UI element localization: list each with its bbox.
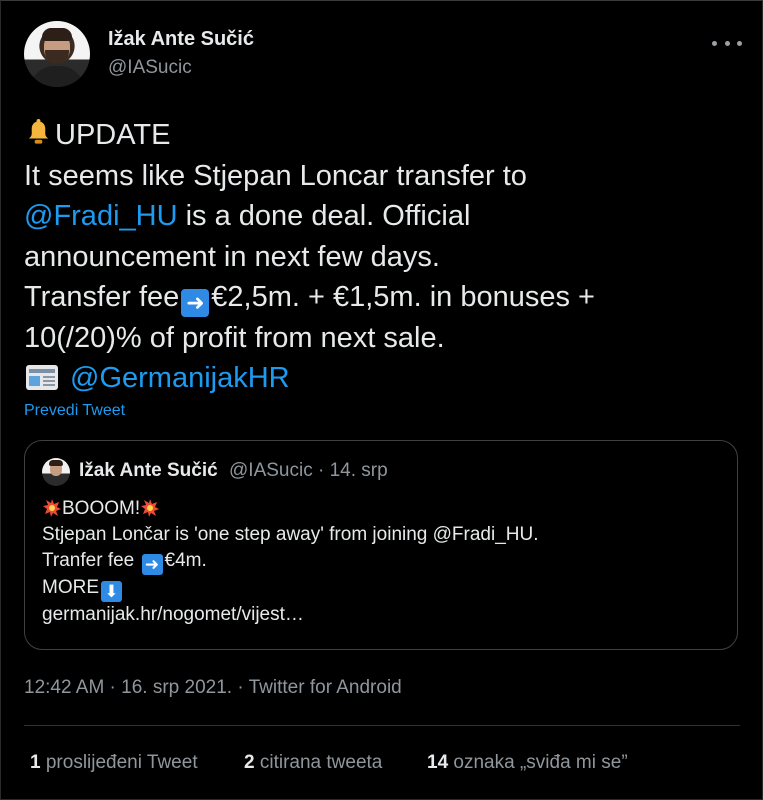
quoted-author-avatar[interactable] [42, 458, 70, 486]
quoted-line-1: BOOOM! [42, 496, 722, 522]
author-name[interactable]: Ižak Ante Sučić [108, 28, 254, 51]
tweet-line-5: Transfer fee ➜ €2,5m. + €1,5m. in bonuses … [24, 277, 724, 318]
likes-label: oznaka „sviđa mi se” [448, 752, 628, 773]
down-arrow-icon: ⬇ [101, 581, 122, 602]
more-label: MORE [42, 577, 99, 598]
quotes-count: 2 [244, 752, 255, 773]
quoted-line-2: Stjepan Lončar is 'one step away' from j… [42, 524, 539, 545]
quoted-author-meta: @IASucic · 14. srp [229, 460, 388, 481]
divider [24, 725, 740, 726]
collision-icon [141, 499, 160, 517]
retweets-label: proslijeđeni Tweet [40, 752, 198, 773]
tweet-text: UPDATE It seems like Stjepan Loncar tran… [24, 115, 724, 399]
retweets-stat[interactable]: 1 proslijeđeni Tweet [30, 752, 198, 774]
likes-count: 14 [427, 752, 449, 773]
right-arrow-icon: ➜ [141, 554, 163, 575]
author-avatar[interactable] [24, 21, 90, 87]
quoted-tweet-text: BOOOM! Stjepan Lončar is 'one step away'… [42, 496, 722, 628]
tweet-line-7: @GermanijakHR [24, 358, 724, 399]
tweet-line-1: UPDATE [24, 115, 724, 156]
quoted-line-4: MORE ⬇ [42, 575, 722, 602]
tweet-line-3: @Fradi_HU is a done deal. Official [24, 196, 724, 237]
author-handle[interactable]: @IASucic [108, 57, 192, 79]
mention-fradi-link[interactable]: @Fradi_HU [24, 200, 178, 232]
likes-stat[interactable]: 14 oznaka „sviđa mi se” [427, 752, 628, 774]
mention-germanijak-link[interactable]: @GermanijakHR [70, 362, 290, 394]
right-arrow-icon: ➜ [181, 289, 210, 317]
retweets-count: 1 [30, 752, 41, 773]
quotes-stat[interactable]: 2 citirana tweeta [244, 752, 382, 774]
quoted-line-3: Tranfer fee ➜ €4m. [42, 548, 722, 575]
transfer-fee-value: €2,5m. + €1,5m. in bonuses + [211, 281, 595, 313]
tweet-line-4: announcement in next few days. [24, 240, 440, 273]
tweet-timestamp[interactable]: 12:42 AM · 16. srp 2021. · Twitter for A… [24, 677, 402, 699]
boom-label: BOOOM! [62, 498, 141, 519]
bell-icon [28, 118, 49, 144]
quotes-label: citirana tweeta [254, 752, 383, 773]
update-label: UPDATE [55, 119, 171, 151]
quoted-link[interactable]: germanijak.hr/nogomet/vijest… [42, 602, 722, 628]
tweet-line-3-text: is a done deal. Official [177, 200, 471, 232]
collision-icon [43, 499, 61, 517]
more-options-icon[interactable] [712, 35, 742, 51]
quoted-fee-value: €4m. [164, 550, 207, 571]
quoted-tweet[interactable]: Ižak Ante Sučić @IASucic · 14. srp BOOOM… [24, 440, 738, 650]
quoted-fee-label: Tranfer fee [42, 550, 135, 571]
tweet-line-2: It seems like Stjepan Loncar transfer to [24, 159, 527, 192]
newspaper-icon [26, 365, 58, 390]
tweet-line-6: 10(/20)% of profit from next sale. [24, 321, 445, 354]
quoted-author-name[interactable]: Ižak Ante Sučić [79, 460, 218, 482]
transfer-fee-label: Transfer fee [24, 281, 180, 313]
translate-tweet-link[interactable]: Prevedi Tweet [24, 402, 125, 420]
